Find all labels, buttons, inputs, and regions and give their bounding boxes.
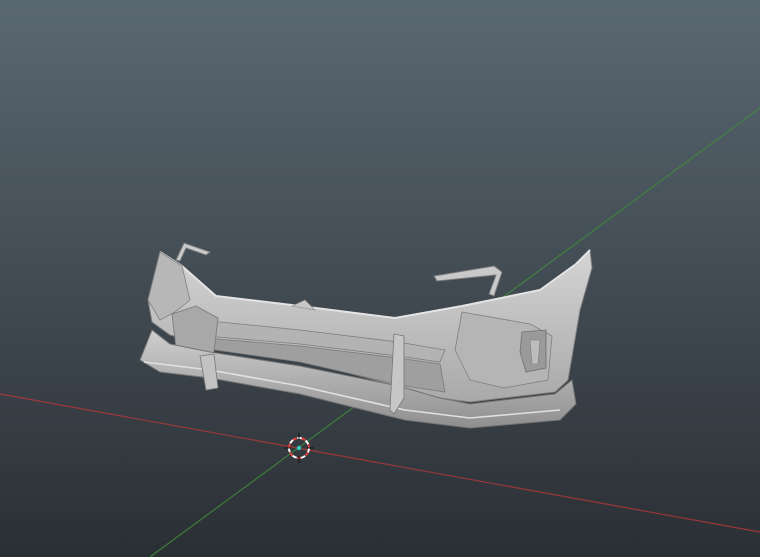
right-vent-fin	[529, 339, 541, 365]
viewport-background	[0, 0, 760, 557]
viewport-canvas[interactable]	[0, 0, 760, 557]
world-origin-dot	[296, 445, 302, 451]
3d-viewport[interactable]	[0, 0, 760, 557]
